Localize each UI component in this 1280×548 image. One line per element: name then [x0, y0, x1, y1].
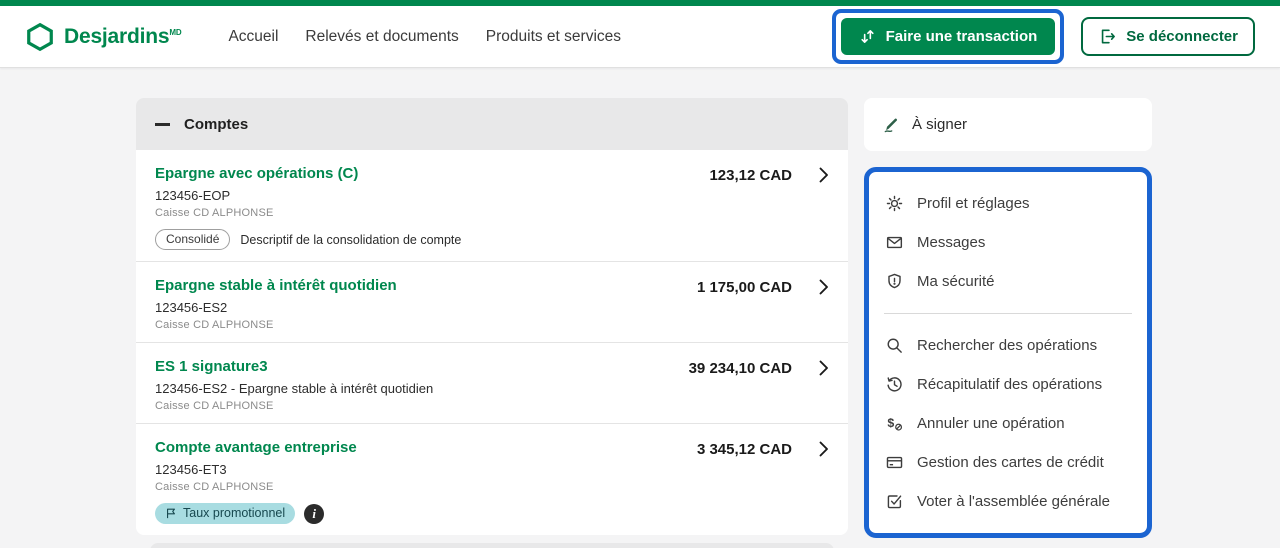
menu-item-label: Ma sécurité [917, 273, 995, 290]
credit-card-icon [884, 453, 904, 472]
account-name-link[interactable]: ES 1 signature3 [155, 358, 689, 375]
transaction-button-label: Faire une transaction [886, 28, 1038, 45]
account-details: ES 1 signature3 123456-ES2 - Epargne sta… [155, 358, 689, 412]
account-balance: 123,12 CAD [709, 167, 792, 184]
account-details: Epargne avec opérations (C) 123456-EOP C… [155, 165, 709, 250]
account-number: 123456-ET3 [155, 462, 697, 477]
account-balance-area: 39 234,10 CAD [689, 358, 829, 412]
transaction-button-highlight-box: Faire une transaction [832, 9, 1065, 64]
consolidated-badge: Consolidé [155, 229, 230, 250]
account-badges: Consolidé Descriptif de la consolidation… [155, 229, 709, 250]
info-icon[interactable]: i [304, 504, 324, 524]
chevron-right-icon [819, 441, 829, 457]
account-balance: 1 175,00 CAD [697, 279, 792, 296]
menu-item-voter-assemblee-generale[interactable]: Voter à l'assemblée générale [869, 482, 1147, 521]
account-balance-area: 3 345,12 CAD [697, 439, 829, 524]
trademark-sup: MD [169, 28, 181, 37]
menu-item-label: Profil et réglages [917, 195, 1030, 212]
account-number: 123456-ES2 - Epargne stable à intérêt qu… [155, 381, 689, 396]
vote-checkbox-icon [884, 492, 904, 511]
shield-icon [884, 272, 904, 291]
faire-une-transaction-button[interactable]: Faire une transaction [841, 18, 1056, 55]
menu-item-label: Gestion des cartes de crédit [917, 454, 1104, 471]
a-signer-label: À signer [912, 116, 967, 133]
menu-item-gestion-des-cartes-de-credit[interactable]: Gestion des cartes de crédit [869, 443, 1147, 482]
promotional-rate-badge: Taux promotionnel [155, 503, 295, 524]
accounts-section-header[interactable]: Comptes [136, 98, 848, 150]
account-number: 123456-ES2 [155, 300, 697, 315]
nav-item-releves-documents[interactable]: Relevés et documents [305, 6, 458, 68]
quick-links-panel-highlighted: Profil et réglages Messages [864, 167, 1152, 538]
menu-item-recapitulatif-des-operations[interactable]: Récapitulatif des opérations [869, 365, 1147, 404]
account-balance-area: 1 175,00 CAD [697, 277, 829, 331]
a-signer-card[interactable]: À signer [864, 98, 1152, 151]
sidebar: À signer Profil et réglages [864, 98, 1152, 538]
accounts-section-title: Comptes [184, 116, 248, 133]
account-row-epargne-avec-operations[interactable]: Epargne avec opérations (C) 123456-EOP C… [136, 150, 848, 261]
account-row-compte-avantage-entreprise[interactable]: Compte avantage entreprise 123456-ET3 Ca… [136, 423, 848, 535]
flag-icon [165, 507, 177, 519]
account-details: Compte avantage entreprise 123456-ET3 Ca… [155, 439, 697, 524]
desjardins-accueil-page: DesjardinsMD Accueil Relevés et document… [0, 0, 1280, 548]
menu-item-label: Annuler une opération [917, 415, 1065, 432]
account-number: 123456-EOP [155, 188, 709, 203]
account-institution: Caisse CD ALPHONSE [155, 319, 697, 331]
history-icon [884, 375, 904, 394]
account-name-link[interactable]: Compte avantage entreprise [155, 439, 697, 456]
logout-icon [1098, 27, 1117, 46]
account-balance: 39 234,10 CAD [689, 360, 792, 377]
logout-button-label: Se déconnecter [1126, 28, 1238, 45]
main-header: DesjardinsMD Accueil Relevés et document… [0, 6, 1280, 68]
page-content: Comptes Epargne avec opérations (C) 1234… [0, 68, 1280, 548]
menu-item-label: Récapitulatif des opérations [917, 376, 1102, 393]
next-collapsed-section-header[interactable] [150, 543, 834, 548]
account-institution: Caisse CD ALPHONSE [155, 400, 689, 412]
menu-item-rechercher-des-operations[interactable]: Rechercher des opérations [869, 326, 1147, 365]
menu-item-label: Rechercher des opérations [917, 337, 1097, 354]
nav-item-accueil[interactable]: Accueil [228, 6, 278, 68]
accounts-list: Epargne avec opérations (C) 123456-EOP C… [136, 150, 848, 535]
signature-pen-icon [883, 116, 901, 134]
account-details: Epargne stable à intérêt quotidien 12345… [155, 277, 697, 331]
account-badges: Taux promotionnel i [155, 503, 697, 524]
main-nav: Accueil Relevés et documents Produits et… [228, 6, 621, 68]
svg-text:$: $ [887, 416, 894, 430]
account-row-epargne-stable[interactable]: Epargne stable à intérêt quotidien 12345… [136, 261, 848, 342]
menu-item-profil-et-reglages[interactable]: Profil et réglages [869, 184, 1147, 223]
nav-item-produits-services[interactable]: Produits et services [486, 6, 621, 68]
hexagon-logo-icon [25, 22, 55, 52]
chevron-right-icon [819, 360, 829, 376]
search-icon [884, 336, 904, 355]
account-name-link[interactable]: Epargne avec opérations (C) [155, 165, 709, 182]
consolidation-description: Descriptif de la consolidation de compte [240, 233, 461, 247]
menu-item-ma-securite[interactable]: Ma sécurité [869, 262, 1147, 301]
account-row-es1-signature3[interactable]: ES 1 signature3 123456-ES2 - Epargne sta… [136, 342, 848, 423]
desjardins-logo[interactable]: DesjardinsMD [25, 22, 181, 52]
menu-item-messages[interactable]: Messages [869, 223, 1147, 262]
mail-icon [884, 233, 904, 252]
account-balance: 3 345,12 CAD [697, 441, 792, 458]
menu-item-annuler-une-operation[interactable]: $ Annuler une opération [869, 404, 1147, 443]
account-institution: Caisse CD ALPHONSE [155, 481, 697, 493]
transfer-arrows-icon [859, 28, 876, 45]
header-actions: Faire une transaction Se déconnecter [832, 9, 1255, 64]
chevron-right-icon [819, 279, 829, 295]
accounts-panel: Comptes Epargne avec opérations (C) 1234… [136, 98, 848, 548]
se-deconnecter-button[interactable]: Se déconnecter [1081, 17, 1255, 56]
cancel-operation-icon: $ [884, 414, 904, 433]
account-name-link[interactable]: Epargne stable à intérêt quotidien [155, 277, 697, 294]
brand-name: DesjardinsMD [64, 25, 181, 49]
menu-item-label: Voter à l'assemblée générale [917, 493, 1110, 510]
promotional-rate-label: Taux promotionnel [183, 506, 285, 520]
account-balance-area: 123,12 CAD [709, 165, 829, 250]
gear-icon [884, 194, 904, 213]
menu-divider [884, 313, 1132, 314]
account-institution: Caisse CD ALPHONSE [155, 207, 709, 219]
menu-item-label: Messages [917, 234, 985, 251]
collapse-section-icon[interactable] [155, 123, 170, 126]
chevron-right-icon [819, 167, 829, 183]
